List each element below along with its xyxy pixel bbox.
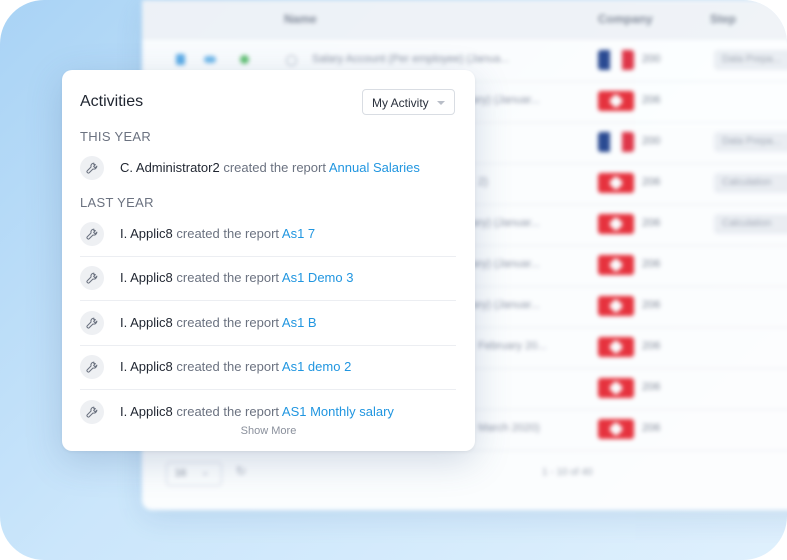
activities-panel: Activities My Activity THIS YEAR C. Admi… bbox=[62, 70, 475, 451]
company-code: 206 bbox=[642, 176, 661, 188]
company-code: 200 bbox=[642, 135, 661, 147]
activity-text: I. Applic8 created the report AS1 Monthl… bbox=[120, 404, 394, 419]
activity-verb: created the report bbox=[176, 270, 280, 285]
row-name: 2) bbox=[478, 176, 488, 188]
wrench-icon bbox=[80, 266, 104, 290]
report-link[interactable]: As1 Demo 3 bbox=[282, 270, 354, 285]
status-dot-icon bbox=[240, 55, 249, 64]
info-icon[interactable] bbox=[286, 55, 297, 66]
wrench-icon bbox=[80, 156, 104, 180]
activity-item: I. Applic8 created the report As1 B bbox=[80, 301, 456, 346]
row-name: Salary Account (Per employee) (Janua... bbox=[312, 53, 510, 65]
activity-item: I. Applic8 created the report As1 Demo 3 bbox=[80, 256, 456, 301]
activity-actor: I. Applic8 bbox=[120, 270, 173, 285]
activity-item: I. Applic8 created the report As1 7 bbox=[80, 212, 456, 257]
activity-verb: created the report bbox=[176, 359, 280, 374]
step-badge: Data Prepa... bbox=[714, 50, 787, 70]
column-header-step[interactable]: Step bbox=[710, 12, 736, 26]
panel-title: Activities bbox=[80, 93, 144, 110]
wrench-icon bbox=[80, 222, 104, 246]
activity-verb: created the report bbox=[176, 404, 280, 419]
pagination-count: 1 - 10 of 40 bbox=[542, 467, 593, 478]
report-link[interactable]: As1 B bbox=[282, 315, 317, 330]
show-more-link[interactable]: Show More bbox=[62, 425, 475, 437]
step-badge: Calculation bbox=[714, 214, 787, 234]
cloud-icon[interactable] bbox=[204, 56, 216, 63]
switzerland-flag-icon bbox=[598, 296, 634, 316]
switzerland-flag-icon bbox=[598, 255, 634, 275]
activity-text: I. Applic8 created the report As1 B bbox=[120, 315, 317, 330]
company-code: 206 bbox=[642, 340, 661, 352]
activity-text: C. Administrator2 created the report Ann… bbox=[120, 160, 420, 175]
column-header-name[interactable]: Name bbox=[284, 12, 317, 26]
activity-verb: created the report bbox=[176, 315, 280, 330]
wrench-icon bbox=[80, 311, 104, 335]
step-badge: Calculation bbox=[714, 173, 787, 193]
wrench-icon bbox=[80, 400, 104, 424]
file-icon[interactable] bbox=[176, 54, 185, 65]
activity-actor: I. Applic8 bbox=[120, 404, 173, 419]
section-this-year: THIS YEAR bbox=[80, 129, 152, 144]
switzerland-flag-icon bbox=[598, 91, 634, 111]
activity-filter-select[interactable]: My Activity bbox=[362, 89, 455, 115]
page-size-select[interactable]: 16 ⌄ bbox=[166, 462, 222, 486]
activity-filter-value: My Activity bbox=[372, 96, 429, 110]
switzerland-flag-icon bbox=[598, 419, 634, 439]
activity-actor: I. Applic8 bbox=[120, 359, 173, 374]
activity-actor: I. Applic8 bbox=[120, 315, 173, 330]
column-header-company[interactable]: Company bbox=[598, 12, 653, 26]
company-code: 206 bbox=[642, 422, 661, 434]
company-code: 206 bbox=[642, 94, 661, 106]
section-last-year: LAST YEAR bbox=[80, 195, 154, 210]
company-code: 206 bbox=[642, 217, 661, 229]
activity-text: I. Applic8 created the report As1 demo 2 bbox=[120, 359, 351, 374]
refresh-icon[interactable]: ↻ bbox=[236, 464, 246, 478]
company-code: 206 bbox=[642, 258, 661, 270]
company-code: 200 bbox=[642, 53, 661, 65]
report-link[interactable]: As1 7 bbox=[282, 226, 315, 241]
company-code: 206 bbox=[642, 299, 661, 311]
caret-down-icon bbox=[437, 101, 445, 105]
switzerland-flag-icon bbox=[598, 337, 634, 357]
report-link[interactable]: AS1 Monthly salary bbox=[282, 404, 394, 419]
row-name: ary) (Januar... bbox=[472, 299, 540, 311]
table-header: Name Company Step bbox=[142, 0, 787, 39]
chevron-down-icon: ⌄ bbox=[201, 467, 210, 478]
report-link[interactable]: As1 demo 2 bbox=[282, 359, 351, 374]
switzerland-flag-icon bbox=[598, 214, 634, 234]
activity-actor: I. Applic8 bbox=[120, 226, 173, 241]
table-footer: 16 ⌄ ↻ 1 - 10 of 40 bbox=[142, 452, 787, 492]
france-flag-icon bbox=[598, 132, 634, 152]
wrench-icon bbox=[80, 355, 104, 379]
row-name: March 2020) bbox=[478, 422, 540, 434]
report-link[interactable]: Annual Salaries bbox=[329, 160, 420, 175]
switzerland-flag-icon bbox=[598, 378, 634, 398]
activity-item: I. Applic8 created the report As1 demo 2 bbox=[80, 345, 456, 390]
company-code: 206 bbox=[642, 381, 661, 393]
row-name: ary) (Januar... bbox=[472, 94, 540, 106]
activity-text: I. Applic8 created the report As1 Demo 3 bbox=[120, 270, 353, 285]
page-background: Name Company Step Salary Account (Per em… bbox=[0, 0, 787, 560]
row-name: ary) (Januar... bbox=[472, 217, 540, 229]
activity-verb: created the report bbox=[223, 160, 326, 175]
switzerland-flag-icon bbox=[598, 173, 634, 193]
activity-text: I. Applic8 created the report As1 7 bbox=[120, 226, 315, 241]
activity-item: C. Administrator2 created the report Ann… bbox=[80, 146, 456, 190]
activity-verb: created the report bbox=[176, 226, 280, 241]
page-size-value: 16 bbox=[175, 468, 187, 479]
row-name: February 20... bbox=[478, 340, 547, 352]
activity-actor: C. Administrator2 bbox=[120, 160, 220, 175]
row-name: ary) (Januar... bbox=[472, 258, 540, 270]
france-flag-icon bbox=[598, 50, 634, 70]
step-badge: Data Prepa... bbox=[714, 132, 787, 152]
